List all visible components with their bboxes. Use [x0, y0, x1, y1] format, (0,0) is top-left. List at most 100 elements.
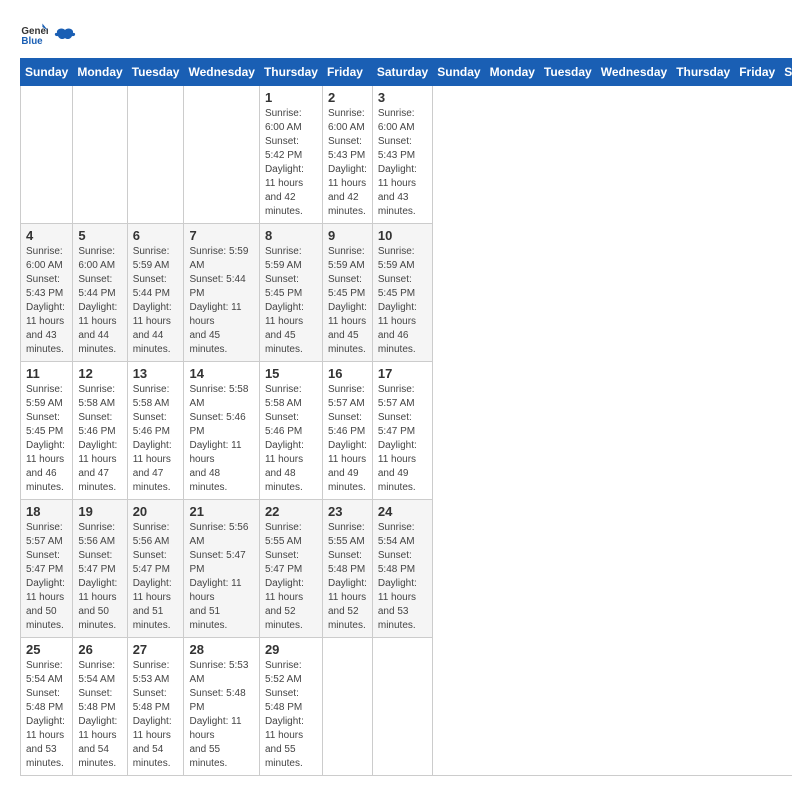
- calendar-cell: 10 Sunrise: 5:59 AM Sunset: 5:45 PM Dayli…: [372, 224, 432, 362]
- day-number: 27: [133, 642, 179, 657]
- day-info: Sunrise: 6:00 AM Sunset: 5:42 PM Dayligh…: [265, 107, 317, 219]
- logo-icon: General Blue: [20, 20, 48, 48]
- col-header-monday: Monday: [485, 59, 539, 86]
- logo: General Blue: [20, 20, 76, 48]
- calendar-cell: 14Sunrise: 5:58 AM Sunset: 5:46 PM Dayli…: [184, 362, 259, 500]
- day-info: Sunrise: 5:54 AM Sunset: 5:48 PM Dayligh…: [378, 521, 427, 633]
- day-number: 12: [78, 366, 121, 381]
- day-info: Sunrise: 5:59 AM Sunset: 5:45 PM Dayligh…: [378, 245, 427, 357]
- day-number: 22: [265, 504, 317, 519]
- day-number: 8: [265, 228, 317, 243]
- day-info: Sunrise: 6:00 AM Sunset: 5:43 PM Dayligh…: [378, 107, 427, 219]
- day-number: 7: [189, 228, 253, 243]
- calendar-cell: 1 Sunrise: 6:00 AM Sunset: 5:42 PM Daylig…: [259, 86, 322, 224]
- day-info: Sunrise: 5:58 AM Sunset: 5:46 PM Dayligh…: [265, 383, 317, 495]
- calendar-week-row: 4 Sunrise: 6:00 AM Sunset: 5:43 PM Daylig…: [21, 224, 792, 362]
- day-number: 9: [328, 228, 367, 243]
- day-info: Sunrise: 5:59 AM Sunset: 5:44 PM Dayligh…: [189, 245, 253, 357]
- calendar-cell: 6 Sunrise: 5:59 AM Sunset: 5:44 PM Daylig…: [127, 224, 184, 362]
- calendar-cell: 25Sunrise: 5:54 AM Sunset: 5:48 PM Dayli…: [21, 638, 73, 776]
- header-wednesday: Wednesday: [184, 59, 259, 86]
- calendar-cell: 16Sunrise: 5:57 AM Sunset: 5:46 PM Dayli…: [322, 362, 372, 500]
- calendar-header-row: SundayMondayTuesdayWednesdayThursdayFrid…: [21, 59, 792, 86]
- day-info: Sunrise: 5:59 AM Sunset: 5:45 PM Dayligh…: [265, 245, 317, 357]
- day-info: Sunrise: 6:00 AM Sunset: 5:44 PM Dayligh…: [78, 245, 121, 357]
- day-number: 21: [189, 504, 253, 519]
- day-info: Sunrise: 5:58 AM Sunset: 5:46 PM Dayligh…: [133, 383, 179, 495]
- calendar-cell: 24 Sunrise: 5:54 AM Sunset: 5:48 PM Dayli…: [372, 500, 432, 638]
- header-saturday: Saturday: [372, 59, 432, 86]
- calendar-cell: [21, 86, 73, 224]
- day-number: 19: [78, 504, 121, 519]
- day-info: Sunrise: 5:53 AM Sunset: 5:48 PM Dayligh…: [133, 659, 179, 771]
- day-info: Sunrise: 5:57 AM Sunset: 5:46 PM Dayligh…: [328, 383, 367, 495]
- calendar-cell: 9 Sunrise: 5:59 AM Sunset: 5:45 PM Daylig…: [322, 224, 372, 362]
- calendar-cell: 2 Sunrise: 6:00 AM Sunset: 5:43 PM Daylig…: [322, 86, 372, 224]
- day-number: 11: [26, 366, 67, 381]
- day-number: 10: [378, 228, 427, 243]
- day-info: Sunrise: 5:52 AM Sunset: 5:48 PM Dayligh…: [265, 659, 317, 771]
- day-info: Sunrise: 5:53 AM Sunset: 5:48 PM Dayligh…: [189, 659, 253, 771]
- day-info: Sunrise: 5:56 AM Sunset: 5:47 PM Dayligh…: [189, 521, 253, 633]
- day-info: Sunrise: 5:59 AM Sunset: 5:44 PM Dayligh…: [133, 245, 179, 357]
- day-info: Sunrise: 5:56 AM Sunset: 5:47 PM Dayligh…: [133, 521, 179, 633]
- header-thursday: Thursday: [259, 59, 322, 86]
- col-header-saturday: Saturday: [780, 59, 792, 86]
- calendar-cell: 4 Sunrise: 6:00 AM Sunset: 5:43 PM Daylig…: [21, 224, 73, 362]
- calendar-cell: [372, 638, 432, 776]
- calendar-cell: 21 Sunrise: 5:56 AM Sunset: 5:47 PM Dayli…: [184, 500, 259, 638]
- day-info: Sunrise: 5:54 AM Sunset: 5:48 PM Dayligh…: [26, 659, 67, 771]
- page-header: General Blue: [20, 20, 772, 48]
- day-info: Sunrise: 5:55 AM Sunset: 5:48 PM Dayligh…: [328, 521, 367, 633]
- day-number: 4: [26, 228, 67, 243]
- calendar-week-row: 25Sunrise: 5:54 AM Sunset: 5:48 PM Dayli…: [21, 638, 792, 776]
- calendar-week-row: 1 Sunrise: 6:00 AM Sunset: 5:42 PM Daylig…: [21, 86, 792, 224]
- day-number: 6: [133, 228, 179, 243]
- calendar-cell: 27 Sunrise: 5:53 AM Sunset: 5:48 PM Dayli…: [127, 638, 184, 776]
- day-number: 23: [328, 504, 367, 519]
- calendar-cell: 23 Sunrise: 5:55 AM Sunset: 5:48 PM Dayli…: [322, 500, 372, 638]
- day-info: Sunrise: 5:56 AM Sunset: 5:47 PM Dayligh…: [78, 521, 121, 633]
- header-tuesday: Tuesday: [127, 59, 184, 86]
- header-friday: Friday: [322, 59, 372, 86]
- day-info: Sunrise: 6:00 AM Sunset: 5:43 PM Dayligh…: [328, 107, 367, 219]
- day-number: 24: [378, 504, 427, 519]
- day-number: 26: [78, 642, 121, 657]
- day-info: Sunrise: 5:59 AM Sunset: 5:45 PM Dayligh…: [26, 383, 67, 495]
- calendar-cell: 22 Sunrise: 5:55 AM Sunset: 5:47 PM Dayli…: [259, 500, 322, 638]
- calendar-cell: [127, 86, 184, 224]
- day-number: 5: [78, 228, 121, 243]
- calendar-cell: 29 Sunrise: 5:52 AM Sunset: 5:48 PM Dayli…: [259, 638, 322, 776]
- day-number: 2: [328, 90, 367, 105]
- day-number: 28: [189, 642, 253, 657]
- calendar-cell: 8 Sunrise: 5:59 AM Sunset: 5:45 PM Daylig…: [259, 224, 322, 362]
- col-header-wednesday: Wednesday: [596, 59, 671, 86]
- day-number: 17: [378, 366, 427, 381]
- day-number: 15: [265, 366, 317, 381]
- calendar-week-row: 11 Sunrise: 5:59 AM Sunset: 5:45 PM Dayli…: [21, 362, 792, 500]
- calendar-table: SundayMondayTuesdayWednesdayThursdayFrid…: [20, 58, 792, 776]
- day-number: 13: [133, 366, 179, 381]
- day-number: 18: [26, 504, 67, 519]
- calendar-cell: [73, 86, 127, 224]
- calendar-cell: 15 Sunrise: 5:58 AM Sunset: 5:46 PM Dayli…: [259, 362, 322, 500]
- col-header-friday: Friday: [735, 59, 780, 86]
- day-number: 14: [189, 366, 253, 381]
- calendar-cell: 17Sunrise: 5:57 AM Sunset: 5:47 PM Dayli…: [372, 362, 432, 500]
- day-info: Sunrise: 5:55 AM Sunset: 5:47 PM Dayligh…: [265, 521, 317, 633]
- calendar-cell: 11 Sunrise: 5:59 AM Sunset: 5:45 PM Dayli…: [21, 362, 73, 500]
- calendar-cell: 18 Sunrise: 5:57 AM Sunset: 5:47 PM Dayli…: [21, 500, 73, 638]
- calendar-cell: 7 Sunrise: 5:59 AM Sunset: 5:44 PM Daylig…: [184, 224, 259, 362]
- calendar-cell: 19 Sunrise: 5:56 AM Sunset: 5:47 PM Dayli…: [73, 500, 127, 638]
- calendar-cell: [184, 86, 259, 224]
- day-info: Sunrise: 6:00 AM Sunset: 5:43 PM Dayligh…: [26, 245, 67, 357]
- calendar-cell: 12Sunrise: 5:58 AM Sunset: 5:46 PM Dayli…: [73, 362, 127, 500]
- day-number: 1: [265, 90, 317, 105]
- calendar-cell: 28 Sunrise: 5:53 AM Sunset: 5:48 PM Dayli…: [184, 638, 259, 776]
- day-number: 29: [265, 642, 317, 657]
- day-info: Sunrise: 5:57 AM Sunset: 5:47 PM Dayligh…: [26, 521, 67, 633]
- svg-text:Blue: Blue: [21, 36, 43, 47]
- day-info: Sunrise: 5:59 AM Sunset: 5:45 PM Dayligh…: [328, 245, 367, 357]
- day-number: 3: [378, 90, 427, 105]
- calendar-week-row: 18 Sunrise: 5:57 AM Sunset: 5:47 PM Dayli…: [21, 500, 792, 638]
